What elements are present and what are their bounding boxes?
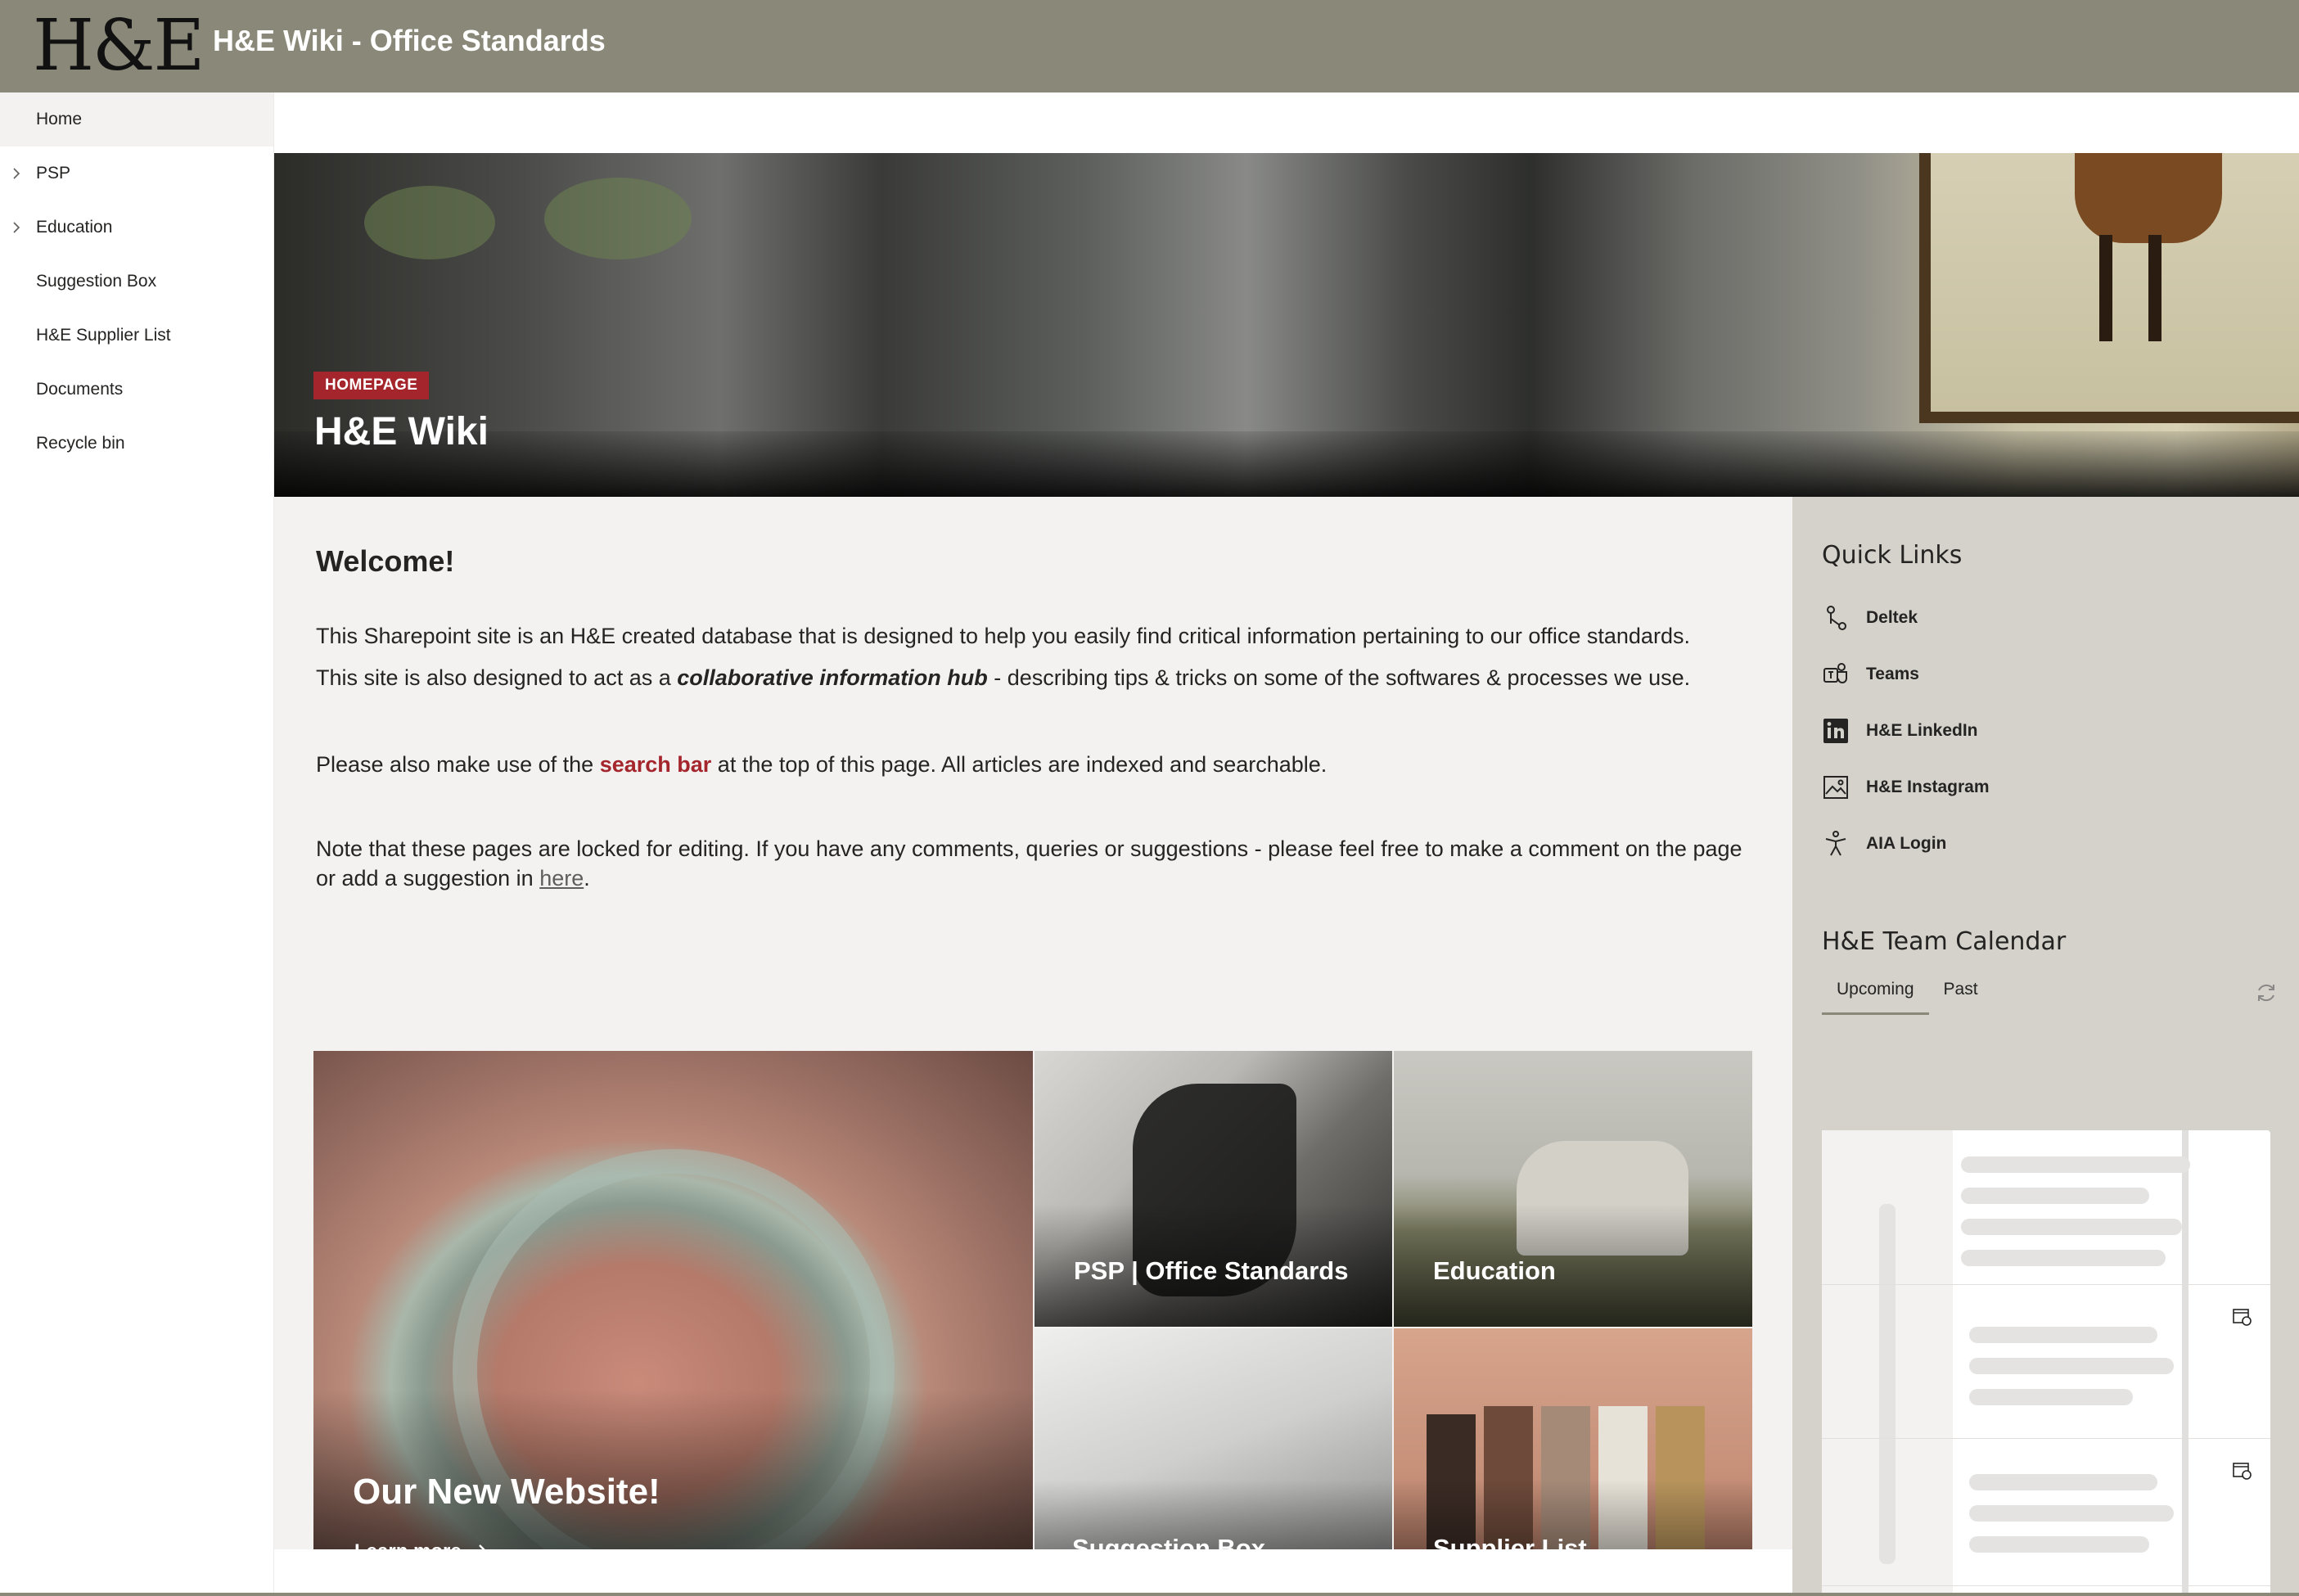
nav-item-label: Education (36, 218, 113, 237)
quick-link-label: H&E LinkedIn (1866, 721, 1978, 740)
redacted-event-text (1961, 1219, 2182, 1235)
deltek-icon (1827, 606, 1846, 630)
hero-banner: HOMEPAGE H&E Wiki (274, 153, 2299, 497)
chevron-right-icon[interactable] (8, 165, 25, 182)
nav-item-home[interactable]: Home (0, 92, 273, 147)
note-line-2: or add a suggestion in here. (316, 863, 1765, 893)
add-to-calendar-icon[interactable] (2231, 1459, 2252, 1481)
accessibility-icon (1825, 831, 1846, 856)
nav-item-label: Home (36, 110, 83, 128)
redacted-event-text[interactable] (1969, 1474, 2157, 1490)
tab-upcoming[interactable]: Upcoming (1822, 980, 1929, 1015)
nav-item-label: PSP (36, 164, 71, 183)
tile-label: Our New Website! (353, 1472, 660, 1512)
calendar-title: H&E Team Calendar (1822, 927, 2067, 956)
tile-psp-office-standards[interactable]: PSP | Office Standards (1035, 1051, 1392, 1327)
quick-link-aia-login[interactable]: AIA Login (1822, 827, 1946, 860)
quick-link-label: Deltek (1866, 608, 1918, 627)
note-paragraph: Note that these pages are locked for edi… (316, 834, 1765, 893)
intro-text: This site is also designed to act as a (316, 665, 678, 690)
left-navigation: Home PSP Education Suggestion Box H&E Su… (0, 92, 274, 1596)
window-bottom-edge (0, 1593, 2299, 1596)
welcome-section: Welcome! This Sharepoint site is an H&E … (274, 497, 1792, 1596)
hero-horse-image (2099, 235, 2112, 341)
nav-item-label: Suggestion Box (36, 272, 157, 291)
right-panel: Quick Links Deltek Teams H&E LinkedIn H&… (1792, 497, 2299, 1596)
hero-title: H&E Wiki (314, 410, 489, 453)
intro-line-1: This Sharepoint site is an H&E created d… (316, 624, 1690, 648)
tile-label: PSP | Office Standards (1074, 1256, 1349, 1285)
nav-item-label: Recycle bin (36, 434, 125, 453)
teams-icon (1823, 663, 1847, 683)
redacted-event-text (1969, 1389, 2133, 1405)
note-text: or add a suggestion in (316, 866, 540, 890)
quick-link-label: H&E Instagram (1866, 778, 1990, 796)
search-bar-highlight: search bar (599, 752, 712, 777)
suite-header: H&E H&E Wiki - Office Standards (0, 0, 2299, 92)
redacted-event-text (1961, 1188, 2149, 1204)
emphasis-text: collaborative information hub (677, 665, 988, 690)
redacted-event-text (1969, 1505, 2174, 1522)
nav-item-suggestion-box[interactable]: Suggestion Box (0, 255, 273, 309)
hero-shelf-shadow (274, 431, 2299, 497)
search-paragraph: Please also make use of the search bar a… (316, 750, 1765, 779)
redacted-event-text (1969, 1536, 2149, 1553)
image-icon (1823, 776, 1848, 799)
quick-link-instagram[interactable]: H&E Instagram (1822, 771, 1990, 804)
note-line-1: Note that these pages are locked for edi… (316, 836, 1742, 861)
nav-item-label: H&E Supplier List (36, 326, 171, 345)
hero-horse-image (2075, 153, 2222, 243)
hero-topic-badge: HOMEPAGE (313, 372, 430, 399)
redacted-event-text[interactable] (1969, 1327, 2157, 1343)
nav-item-education[interactable]: Education (0, 201, 273, 255)
chevron-right-icon[interactable] (8, 219, 25, 236)
quick-link-deltek[interactable]: Deltek (1822, 602, 1918, 634)
tile-new-website[interactable]: Our New Website! Learn more (313, 1051, 1033, 1596)
intro-line-2: This site is also designed to act as a c… (316, 663, 1765, 692)
event-divider (1822, 1284, 2270, 1285)
redacted-date (1879, 1204, 1896, 1564)
nav-item-recycle-bin[interactable]: Recycle bin (0, 417, 273, 471)
nav-item-label: Documents (36, 380, 124, 399)
calendar-events-list (1822, 1130, 2270, 1596)
redacted-event-text (1969, 1358, 2174, 1374)
search-text: Please also make use of the (316, 752, 600, 777)
event-divider (1822, 1438, 2270, 1439)
nav-item-supplier-list[interactable]: H&E Supplier List (0, 309, 273, 363)
quick-link-label: Teams (1866, 665, 1919, 683)
nav-item-documents[interactable]: Documents (0, 363, 273, 417)
event-column-separator (2182, 1130, 2189, 1596)
redacted-event-text (1961, 1250, 2166, 1266)
hero-horse-image (2148, 235, 2162, 341)
main-content: HOMEPAGE H&E Wiki Welcome! This Sharepoi… (274, 92, 2299, 1596)
calendar-tabs: Upcoming Past (1822, 980, 1993, 1015)
tab-past[interactable]: Past (1929, 980, 1993, 1015)
linkedin-icon (1823, 719, 1848, 743)
note-text: . (584, 866, 590, 890)
add-to-calendar-icon[interactable] (2231, 1305, 2252, 1327)
nav-item-psp[interactable]: PSP (0, 147, 273, 201)
hero-plant-image (364, 186, 495, 259)
refresh-icon[interactable] (2255, 981, 2278, 1004)
suggestion-here-link[interactable]: here (539, 866, 584, 890)
quick-links-title: Quick Links (1822, 541, 1963, 570)
redacted-event-text[interactable] (1961, 1156, 2190, 1173)
content-footer-gap (274, 1549, 1792, 1596)
intro-paragraph: This Sharepoint site is an H&E created d… (316, 621, 1765, 692)
quick-link-label: AIA Login (1866, 834, 1947, 853)
hero-plant-image (544, 178, 692, 259)
site-logo[interactable]: H&E (33, 7, 205, 85)
search-text: at the top of this page. All articles ar… (711, 752, 1328, 777)
event-divider (1822, 1585, 2270, 1586)
tile-label: Education (1433, 1256, 1556, 1285)
site-title[interactable]: H&E Wiki - Office Standards (213, 23, 606, 59)
quick-link-teams[interactable]: Teams (1822, 658, 1919, 691)
quick-link-linkedin[interactable]: H&E LinkedIn (1822, 715, 1978, 747)
intro-text: - describing tips & tricks on some of th… (987, 665, 1691, 690)
welcome-heading: Welcome! (316, 544, 455, 578)
tile-education[interactable]: Education (1394, 1051, 1752, 1327)
